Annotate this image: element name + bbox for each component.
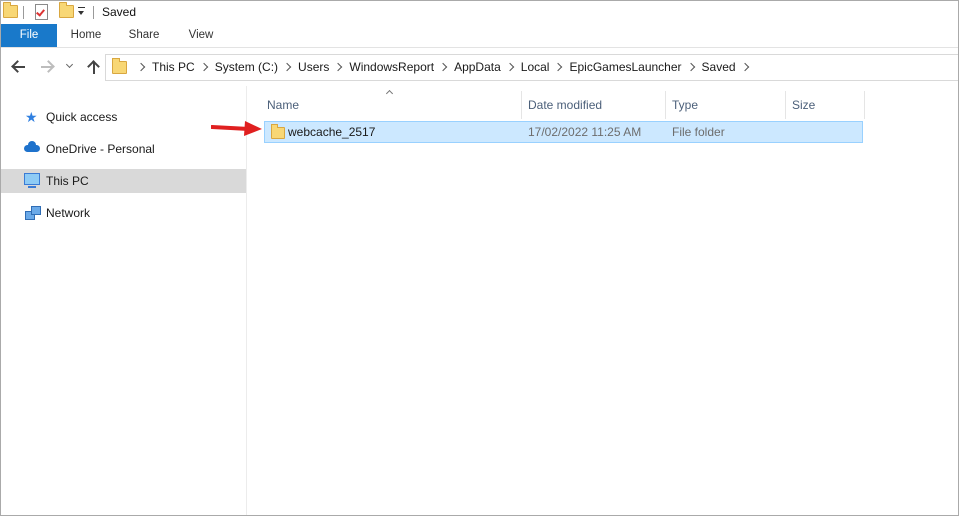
- forward-arrow-icon[interactable]: [39, 58, 57, 76]
- chevron-right-icon[interactable]: [136, 63, 146, 72]
- chevron-right-icon[interactable]: [199, 63, 208, 72]
- column-header-date-modified[interactable]: Date modified: [520, 94, 666, 116]
- folder-icon: [112, 58, 127, 74]
- chevron-right-icon[interactable]: [282, 63, 292, 72]
- breadcrumb-local[interactable]: Local: [521, 60, 550, 74]
- navigation-bar: This PC System (C:) Users WindowsReport AppD…: [1, 48, 958, 86]
- column-header-name[interactable]: Name: [259, 94, 521, 116]
- nav-item-quick-access[interactable]: ★ Quick access: [1, 105, 246, 129]
- chevron-right-icon[interactable]: [438, 63, 448, 72]
- title-bar: Saved: [1, 1, 958, 24]
- chevron-right-icon[interactable]: [334, 63, 343, 72]
- star-icon: ★: [25, 109, 38, 125]
- toolbar-separator: [93, 6, 94, 19]
- breadcrumb-system-c[interactable]: System (C:): [215, 60, 278, 74]
- window-title: Saved: [102, 5, 137, 19]
- breadcrumb-epicgameslauncher[interactable]: EpicGamesLauncher: [569, 60, 681, 74]
- up-arrow-icon[interactable]: [85, 58, 103, 76]
- breadcrumb-this-pc[interactable]: This PC: [152, 60, 195, 74]
- column-header-type[interactable]: Type: [664, 94, 784, 116]
- address-bar[interactable]: This PC System (C:) Users WindowsReport AppD…: [105, 54, 958, 81]
- tab-view[interactable]: View: [179, 24, 223, 47]
- annotation-arrow-icon: [211, 121, 262, 136]
- table-row[interactable]: webcache_2517 17/02/2022 11:25 AM File f…: [264, 121, 863, 143]
- nav-item-label: This PC: [46, 174, 89, 188]
- breadcrumb-saved[interactable]: Saved: [702, 60, 736, 74]
- network-icon: [25, 206, 41, 220]
- nav-item-this-pc[interactable]: This PC: [1, 169, 246, 193]
- column-divider[interactable]: [864, 91, 865, 119]
- tab-file[interactable]: File: [1, 24, 57, 47]
- file-type: File folder: [672, 125, 725, 139]
- customize-toolbar-dropdown-icon[interactable]: [77, 7, 86, 17]
- file-date-modified: 17/02/2022 11:25 AM: [528, 125, 642, 139]
- column-header-size[interactable]: Size: [784, 94, 864, 116]
- breadcrumb-users[interactable]: Users: [298, 60, 329, 74]
- ribbon-tabs: File Home Share View: [1, 24, 958, 48]
- folder-icon: [271, 124, 285, 139]
- file-list: Name Date modified Type Size webcache_25…: [247, 86, 958, 515]
- breadcrumb: This PC System (C:) Users WindowsReport AppD…: [132, 55, 756, 80]
- breadcrumb-windowsreport[interactable]: WindowsReport: [349, 60, 434, 74]
- nav-item-label: OneDrive - Personal: [46, 142, 155, 156]
- chevron-right-icon[interactable]: [505, 63, 515, 72]
- toolbar-separator: [23, 6, 24, 19]
- cloud-icon: [24, 141, 40, 152]
- navigation-pane: ★ Quick access OneDrive - Personal This …: [1, 86, 247, 515]
- file-name[interactable]: webcache_2517: [288, 122, 375, 142]
- nav-item-onedrive[interactable]: OneDrive - Personal: [1, 137, 246, 161]
- file-explorer-window: Saved File Home Share View This PC System…: [0, 0, 959, 516]
- recent-locations-chevron-icon[interactable]: [64, 58, 76, 76]
- chevron-right-icon[interactable]: [554, 63, 563, 72]
- tab-share[interactable]: Share: [120, 24, 168, 47]
- computer-icon: [24, 173, 40, 188]
- tab-home[interactable]: Home: [63, 24, 109, 47]
- chevron-right-icon[interactable]: [740, 63, 749, 72]
- folder-icon: [3, 2, 18, 18]
- nav-item-label: Quick access: [46, 110, 118, 124]
- back-arrow-icon[interactable]: [10, 58, 28, 76]
- new-folder-icon[interactable]: [59, 2, 74, 18]
- chevron-right-icon[interactable]: [686, 63, 695, 72]
- properties-icon[interactable]: [35, 4, 48, 20]
- nav-item-network[interactable]: Network: [1, 201, 246, 225]
- nav-item-label: Network: [46, 206, 91, 220]
- breadcrumb-appdata[interactable]: AppData: [454, 60, 501, 74]
